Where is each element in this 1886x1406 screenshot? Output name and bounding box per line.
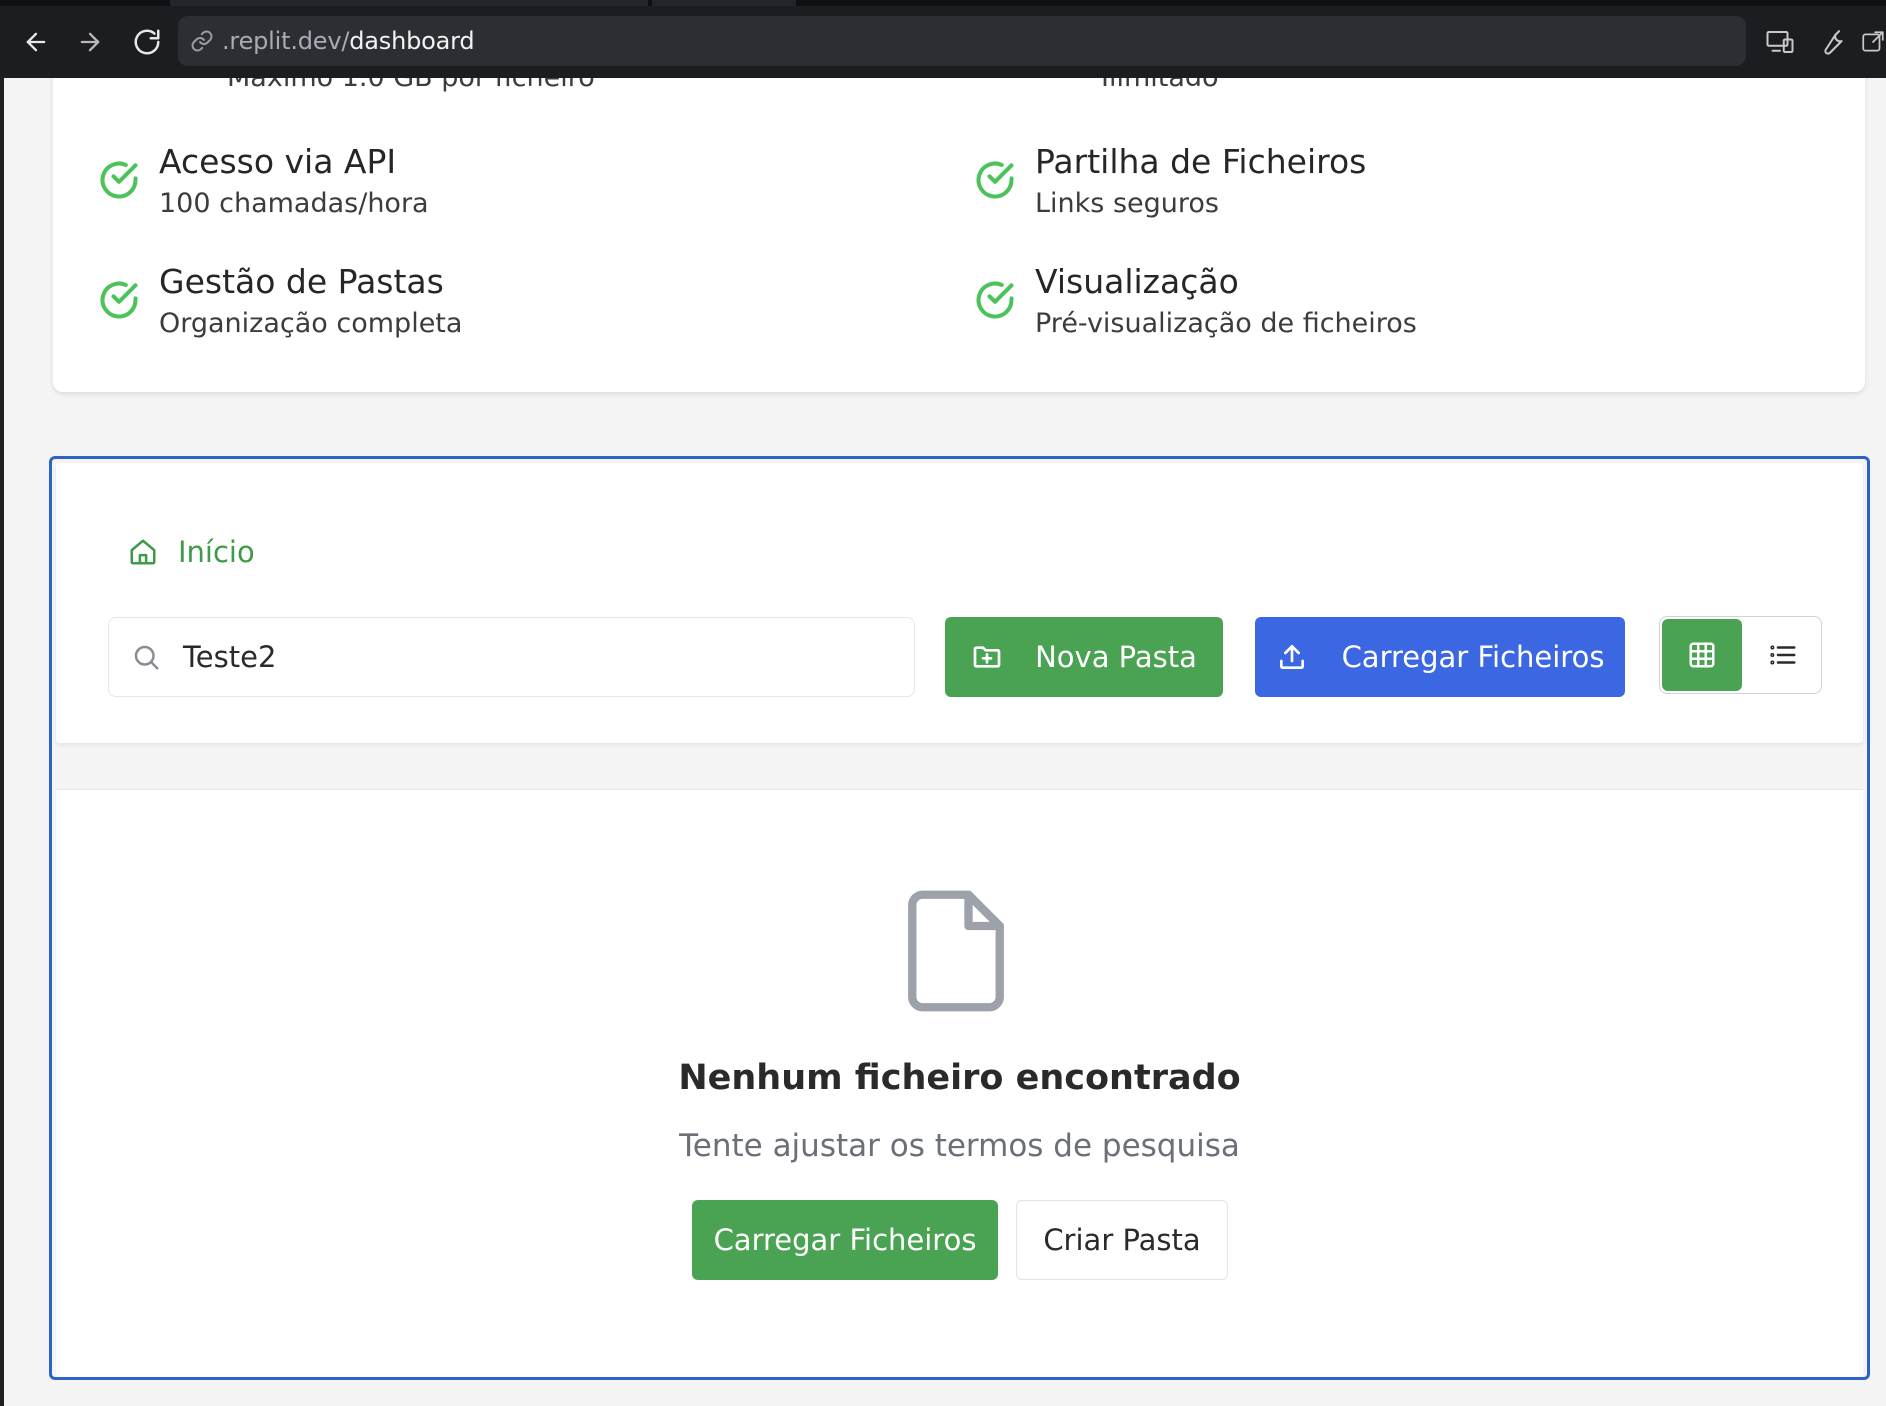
empty-state-title: Nenhum ficheiro encontrado (678, 1058, 1241, 1098)
external-link-icon (1862, 31, 1884, 52)
view-mode-toggle (1659, 616, 1822, 694)
file-browser-panel: Início Teste2 Nova Pasta Carregar Fichei… (49, 456, 1870, 1380)
check-circle-icon (100, 281, 138, 319)
feature-item: Visualização Pré-visualização de ficheiro… (973, 260, 1417, 344)
check-circle-icon (976, 161, 1014, 199)
url-path: dashboard (349, 27, 475, 55)
upload-files-label: Carregar Ficheiros (1341, 640, 1605, 674)
url-domain: .replit.dev/ (222, 27, 350, 55)
feature-title: Visualização (1035, 262, 1239, 301)
breadcrumb-home-label: Início (178, 535, 255, 569)
search-value: Teste2 (183, 640, 277, 674)
empty-upload-button[interactable]: Carregar Ficheiros (692, 1200, 998, 1280)
feature-subtitle: Pré-visualização de ficheiros (1035, 308, 1417, 339)
feature-title: Acesso via API (159, 142, 397, 181)
new-folder-label: Nova Pasta (1035, 640, 1197, 674)
create-folder-label: Criar Pasta (1043, 1223, 1201, 1257)
feature-subtitle: 100 chamadas/hora (159, 188, 429, 219)
grid-view-button[interactable] (1662, 619, 1742, 691)
search-input[interactable]: Teste2 (108, 617, 915, 697)
tools-button[interactable] (1812, 22, 1852, 62)
empty-upload-label: Carregar Ficheiros (713, 1223, 977, 1257)
breadcrumb-home[interactable]: Início (128, 535, 255, 569)
devices-icon (1766, 31, 1794, 53)
feature-item: Gestão de Pastas Organização completa (97, 260, 462, 344)
devices-button[interactable] (1760, 22, 1800, 62)
new-folder-button[interactable]: Nova Pasta (945, 617, 1223, 697)
grid-icon (1689, 642, 1715, 668)
folder-plus-icon (973, 646, 1001, 668)
feature-subtitle: Links seguros (1035, 188, 1219, 219)
forward-button[interactable] (70, 22, 110, 62)
upload-icon (1279, 645, 1304, 669)
url-text: .replit.dev/dashboard (222, 27, 475, 55)
empty-state-subtitle: Tente ajustar os termos de pesquisa (679, 1128, 1240, 1164)
arrow-right-icon (80, 32, 100, 52)
link-icon (191, 30, 213, 52)
home-icon (130, 539, 156, 565)
feature-title: Partilha de Ficheiros (1035, 142, 1367, 181)
list-icon (1769, 645, 1795, 665)
reload-button[interactable] (127, 22, 167, 62)
feature-title: Gestão de Pastas (159, 262, 444, 301)
address-bar[interactable]: .replit.dev/dashboard (178, 16, 1746, 66)
reload-icon (134, 29, 160, 55)
tab-strip (0, 0, 1886, 6)
empty-state: Nenhum ficheiro encontrado Tente ajustar… (56, 789, 1863, 1377)
create-folder-button[interactable]: Criar Pasta (1016, 1200, 1228, 1280)
feature-item: Partilha de Ficheiros Links seguros (973, 140, 1366, 224)
wrench-icon (1824, 30, 1843, 55)
file-icon (908, 890, 1004, 1012)
search-icon (134, 645, 159, 670)
feature-subtitle: Organização completa (159, 308, 463, 339)
window-edge (0, 78, 4, 1406)
file-toolbar: Início Teste2 Nova Pasta Carregar Fichei… (56, 463, 1863, 743)
arrow-left-icon (26, 32, 46, 52)
feature-item: Acesso via API 100 chamadas/hora (97, 140, 429, 224)
browser-toolbar: .replit.dev/dashboard (0, 0, 1886, 78)
check-circle-icon (100, 161, 138, 199)
plan-features-card: Máximo 1.0 GB por ficheiro Ilimitado Ace… (53, 40, 1865, 392)
upload-files-button[interactable]: Carregar Ficheiros (1255, 617, 1625, 697)
check-circle-icon (976, 281, 1014, 319)
list-view-button[interactable] (1744, 619, 1821, 691)
open-external-button[interactable] (1860, 22, 1886, 62)
back-button[interactable] (16, 22, 56, 62)
